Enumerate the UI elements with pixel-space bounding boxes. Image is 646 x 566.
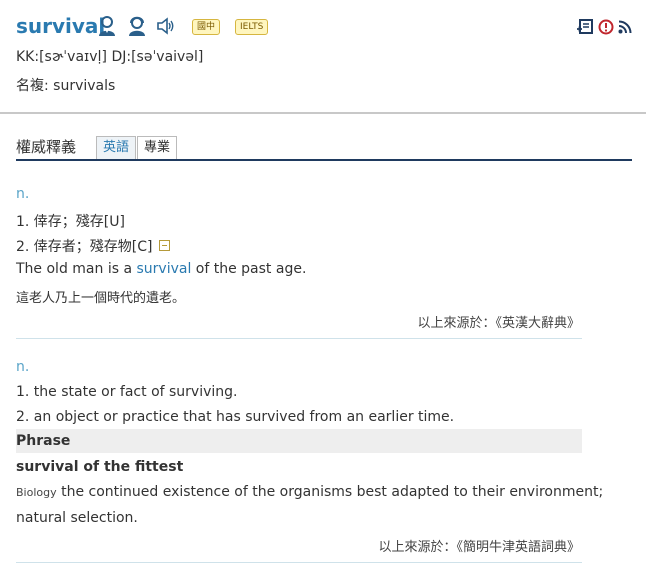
- phrase-header-label: Phrase: [16, 433, 71, 449]
- domain-label: Biology: [16, 486, 57, 499]
- tab-professional[interactable]: 專業: [137, 136, 178, 159]
- phrase-header: Phrase: [16, 429, 582, 453]
- definition-2-text: 2. 倖存者；殘存物[C]: [16, 239, 153, 255]
- male-voice-icon[interactable]: [96, 15, 118, 37]
- collapse-icon[interactable]: [158, 240, 170, 251]
- exam-badge: IELTS: [235, 19, 269, 35]
- example-sentence: The old man is a survival of the past ag…: [16, 261, 306, 277]
- level-badge: 國中: [192, 19, 221, 35]
- rss-icon[interactable]: [618, 20, 632, 34]
- example-text-before: The old man is a: [16, 261, 137, 277]
- source-citation: 以上來源於：《簡明牛津英語詞典》: [378, 540, 580, 555]
- tab-english[interactable]: 英語: [96, 136, 137, 159]
- phrase-term: survival of the fittest: [16, 459, 184, 475]
- section-separator: [16, 562, 582, 563]
- header-divider: [0, 112, 646, 114]
- wordbook-icon[interactable]: [576, 18, 594, 36]
- section-separator: [16, 338, 582, 339]
- part-of-speech: n.: [16, 186, 30, 202]
- example-text-after: of the past age.: [191, 261, 307, 277]
- word-header: survival 國中 IELTS KK:[sɚˈvaɪvḷ] DJ:[səˈv…: [0, 0, 646, 112]
- speaker-icon[interactable]: [156, 17, 176, 35]
- section-title: 權威釋義: [16, 138, 77, 156]
- definition-1: 1. 倖存；殘存[U]: [16, 214, 125, 230]
- female-voice-icon[interactable]: [126, 15, 148, 37]
- report-error-icon[interactable]: [598, 19, 614, 35]
- phrase-definition: Biology the continued existence of the o…: [16, 484, 603, 500]
- definition-2: 2. 倖存者；殘存物[C]: [16, 236, 170, 256]
- definition-1: 1. the state or fact of surviving.: [16, 384, 238, 400]
- example-highlight[interactable]: survival: [136, 261, 191, 277]
- tab-underline: [16, 159, 632, 161]
- example-translation: 這老人乃上一個時代的遺老。: [16, 291, 186, 306]
- pronunciation: KK:[sɚˈvaɪvḷ] DJ:[səˈvaivəl]: [16, 49, 204, 65]
- phrase-definition-text: the continued existence of the organisms…: [56, 484, 604, 500]
- part-of-speech: n.: [16, 359, 30, 375]
- phrase-definition-continued: natural selection.: [16, 510, 138, 526]
- inflection: 名複: survivals: [16, 78, 116, 94]
- headword: survival: [16, 14, 106, 38]
- definition-2: 2. an object or practice that has surviv…: [16, 409, 455, 425]
- source-citation: 以上來源於：《英漢大辭典》: [417, 316, 580, 331]
